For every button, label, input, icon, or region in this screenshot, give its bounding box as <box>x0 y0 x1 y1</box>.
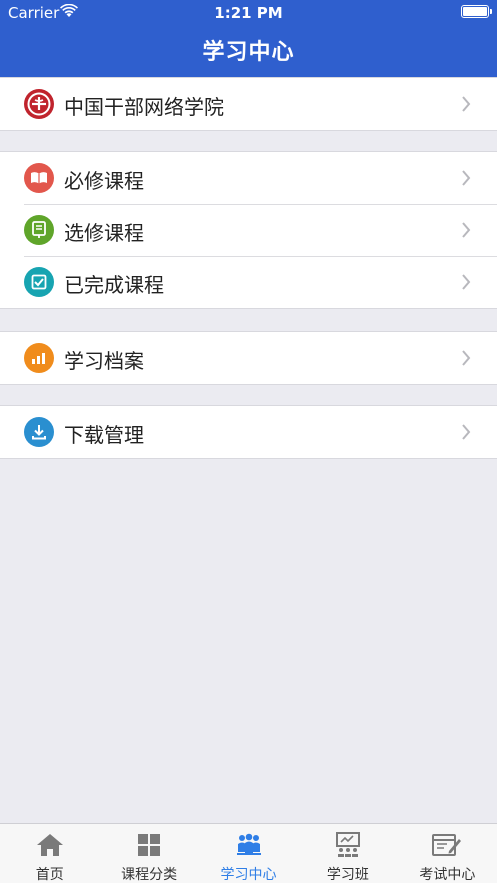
list-item-label: 已完成课程 <box>64 273 164 297</box>
tab-home[interactable]: 首页 <box>0 824 99 883</box>
list-item-required-courses[interactable]: 必修课程 <box>0 152 497 204</box>
elective-icon <box>24 215 54 245</box>
download-group: 下载管理 <box>0 405 497 459</box>
archive-group: 学习档案 <box>0 331 497 385</box>
tab-label: 学习中心 <box>220 867 277 883</box>
list-item-study-archive[interactable]: 学习档案 <box>0 332 497 384</box>
courses-group: 必修课程 选修课程 已完成课程 <box>0 151 497 309</box>
list-item-label: 必修课程 <box>64 169 144 193</box>
chevron-right-icon <box>462 170 471 186</box>
tab-study-class[interactable]: 学习班 <box>298 824 397 883</box>
tab-bar: 首页 课程分类 学习中心 学习班 考试中心 <box>0 823 497 883</box>
tab-study-center[interactable]: 学习中心 <box>199 824 298 883</box>
exam-icon <box>432 832 462 858</box>
list-item-completed-courses[interactable]: 已完成课程 <box>0 256 497 308</box>
list-item-label: 下载管理 <box>64 423 144 447</box>
tab-label: 课程分类 <box>121 867 178 883</box>
chart-icon <box>24 343 54 373</box>
status-time: 1:21 PM <box>214 4 283 22</box>
tab-course-categories[interactable]: 课程分类 <box>99 824 198 883</box>
chevron-right-icon <box>462 350 471 366</box>
status-bar: Carrier 1:21 PM <box>0 0 497 26</box>
tab-label: 学习班 <box>326 867 369 883</box>
classroom-icon <box>333 832 363 858</box>
list-item-label: 选修课程 <box>64 221 144 245</box>
nav-bar: Carrier 1:21 PM 学习中心 <box>0 0 497 77</box>
college-logo-icon <box>24 89 54 119</box>
chevron-right-icon <box>462 222 471 238</box>
college-group: 中国干部网络学院 <box>0 77 497 131</box>
grid-icon <box>134 832 164 858</box>
chevron-right-icon <box>462 274 471 290</box>
list-item-label: 中国干部网络学院 <box>64 95 224 119</box>
completed-check-icon <box>24 267 54 297</box>
tab-label: 首页 <box>35 867 64 883</box>
people-icon <box>234 832 264 858</box>
book-icon <box>24 163 54 193</box>
list-item-label: 学习档案 <box>64 349 144 373</box>
list-item-download-manager[interactable]: 下载管理 <box>0 406 497 458</box>
download-icon <box>24 417 54 447</box>
battery-icon <box>461 5 492 18</box>
list-item-elective-courses[interactable]: 选修课程 <box>0 204 497 256</box>
home-icon <box>35 832 65 858</box>
chevron-right-icon <box>462 96 471 112</box>
page-title: 学习中心 <box>202 40 295 65</box>
tab-exam-center[interactable]: 考试中心 <box>398 824 497 883</box>
tab-label: 考试中心 <box>419 867 476 883</box>
chevron-right-icon <box>462 424 471 440</box>
list-item-college[interactable]: 中国干部网络学院 <box>0 78 497 130</box>
